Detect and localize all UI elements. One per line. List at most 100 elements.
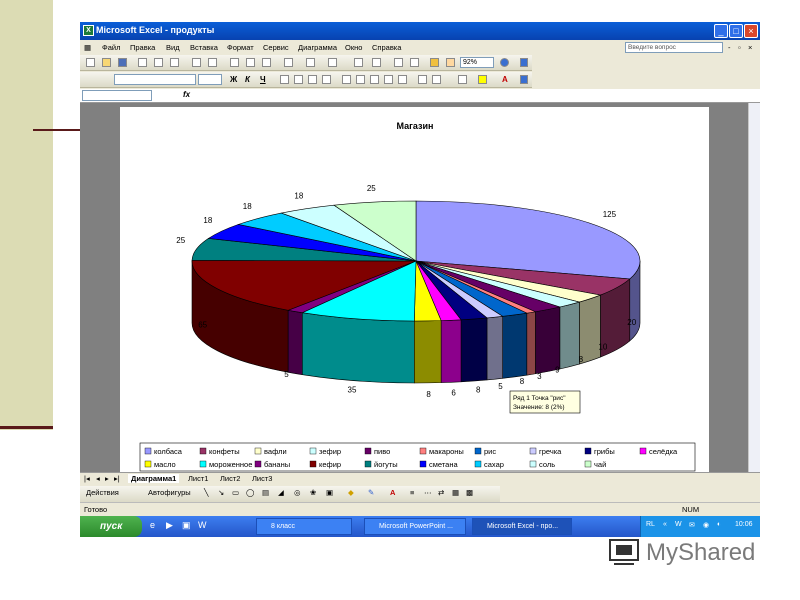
actions-menu[interactable]: Действия [86, 488, 119, 497]
hyperlink-icon[interactable] [354, 58, 363, 67]
textbox-tool-icon[interactable]: ▤ [262, 488, 269, 497]
borders-icon[interactable] [458, 75, 467, 84]
menu-tools[interactable]: Сервис [263, 43, 289, 52]
merge-center-icon[interactable] [322, 75, 331, 84]
pie-chart[interactable]: Магазин 125 20 10 8 9 3 8 5 8 6 8 35 5 65 25 18 18 18 25 Ряд… [120, 107, 709, 472]
task-excel[interactable]: Microsoft Excel - про... [472, 518, 572, 535]
menu-insert[interactable]: Вставка [190, 43, 218, 52]
decrease-decimal-icon[interactable] [398, 75, 407, 84]
tab-prev-icon[interactable]: ◂ [96, 474, 100, 483]
rectangle-tool-icon[interactable]: ▭ [232, 488, 239, 497]
line-tool-icon[interactable]: ╲ [204, 488, 209, 497]
function-icon[interactable]: fx [183, 90, 190, 99]
vertical-scrollbar[interactable] [748, 103, 760, 472]
currency-icon[interactable] [342, 75, 351, 84]
wordart-tool-icon[interactable]: ◢ [278, 488, 284, 497]
tray-security-icon[interactable]: ◐ [717, 521, 721, 528]
chart-wizard-icon[interactable] [430, 58, 439, 67]
toolbar-options-icon[interactable] [520, 58, 528, 67]
media-icon[interactable]: ▶ [166, 520, 173, 531]
new-icon[interactable] [86, 58, 95, 67]
font-name-select[interactable] [114, 74, 196, 85]
open-icon[interactable] [102, 58, 111, 67]
spelling-icon[interactable] [192, 58, 201, 67]
line-color-tool-icon[interactable]: ✎ [368, 488, 374, 497]
arrow-tool-icon[interactable]: ↘ [218, 488, 224, 497]
bold-button[interactable]: Ж [230, 75, 237, 84]
menu-format[interactable]: Формат [227, 43, 254, 52]
sort-asc-icon[interactable] [394, 58, 403, 67]
task-8-class[interactable]: 8 класс [256, 518, 352, 535]
desktop-icon[interactable]: ▣ [182, 520, 191, 531]
fill-color-icon[interactable] [478, 75, 487, 84]
tab-sheet3[interactable]: Лист3 [252, 474, 272, 483]
name-box[interactable] [82, 90, 152, 101]
increase-indent-icon[interactable] [432, 75, 441, 84]
line-style-icon[interactable]: ≡ [410, 488, 414, 497]
align-right-icon[interactable] [308, 75, 317, 84]
cut-icon[interactable] [230, 58, 239, 67]
font-size-select[interactable] [198, 74, 222, 85]
align-left-icon[interactable] [280, 75, 289, 84]
zoom-select[interactable]: 92% [460, 57, 494, 68]
tab-sheet1[interactable]: Лист1 [188, 474, 208, 483]
autoshapes-menu[interactable]: Автофигуры [148, 488, 191, 497]
maximize-button[interactable]: □ [729, 24, 743, 38]
print-preview-icon[interactable] [170, 58, 179, 67]
diagram-tool-icon[interactable]: ◎ [294, 488, 301, 497]
doc-restore-icon[interactable]: ▫ [738, 43, 741, 52]
help-icon[interactable] [500, 58, 509, 67]
tab-sheet2[interactable]: Лист2 [220, 474, 240, 483]
language-indicator[interactable]: RL [646, 521, 655, 528]
tray-arrow-icon[interactable]: « [663, 521, 667, 528]
start-button[interactable]: пуск [80, 516, 142, 537]
ask-question-input[interactable]: Введите вопрос [625, 42, 723, 53]
drawing-icon[interactable] [446, 58, 455, 67]
underline-button[interactable]: Ч [260, 75, 266, 84]
close-button[interactable]: × [744, 24, 758, 38]
toolbar-options-icon-2[interactable] [520, 75, 528, 84]
align-center-icon[interactable] [294, 75, 303, 84]
print-icon[interactable] [154, 58, 163, 67]
tab-last-icon[interactable]: ▸| [114, 474, 120, 483]
format-painter-icon[interactable] [284, 58, 293, 67]
fill-color-tool-icon[interactable]: ◆ [348, 488, 354, 497]
dash-style-icon[interactable]: ⋯ [424, 488, 432, 497]
sort-desc-icon[interactable] [410, 58, 419, 67]
copy-icon[interactable] [246, 58, 255, 67]
tray-volume-icon[interactable]: ◉ [703, 521, 709, 529]
italic-button[interactable]: К [245, 75, 250, 84]
paste-icon[interactable] [262, 58, 271, 67]
tray-wordpress-icon[interactable]: W [675, 521, 682, 528]
minimize-button[interactable]: _ [714, 24, 728, 38]
chart-area[interactable]: Магазин 125 20 10 8 9 3 8 5 8 6 8 35 5 65 25 18 18 18 25 Ряд… [120, 107, 709, 472]
ie-icon[interactable]: e [150, 520, 155, 530]
doc-icon[interactable]: ▦ [84, 43, 91, 52]
shadow-style-icon[interactable]: ▦ [452, 488, 459, 497]
save-icon[interactable] [118, 58, 127, 67]
menu-window[interactable]: Окно [345, 43, 362, 52]
font-color-icon[interactable]: A [502, 75, 508, 84]
clipart-tool-icon[interactable]: ❀ [310, 488, 316, 497]
doc-minimize-icon[interactable]: - [728, 43, 731, 52]
menu-edit[interactable]: Правка [130, 43, 155, 52]
task-powerpoint[interactable]: Microsoft PowerPoint ... [364, 518, 466, 535]
menu-view[interactable]: Вид [166, 43, 180, 52]
menu-file[interactable]: Файл [102, 43, 120, 52]
wordpress-icon[interactable]: W [198, 520, 207, 530]
menu-help[interactable]: Справка [372, 43, 401, 52]
thousands-icon[interactable] [370, 75, 379, 84]
percent-icon[interactable] [356, 75, 365, 84]
picture-tool-icon[interactable]: ▣ [326, 488, 333, 497]
decrease-indent-icon[interactable] [418, 75, 427, 84]
arrow-style-icon[interactable]: ⇄ [438, 488, 444, 497]
undo-icon[interactable] [306, 58, 315, 67]
tab-next-icon[interactable]: ▸ [105, 474, 109, 483]
autosum-icon[interactable] [372, 58, 381, 67]
permission-icon[interactable] [138, 58, 147, 67]
redo-icon[interactable] [328, 58, 337, 67]
3d-style-icon[interactable]: ▩ [466, 488, 473, 497]
research-icon[interactable] [208, 58, 217, 67]
menu-chart[interactable]: Диаграмма [298, 43, 337, 52]
increase-decimal-icon[interactable] [384, 75, 393, 84]
